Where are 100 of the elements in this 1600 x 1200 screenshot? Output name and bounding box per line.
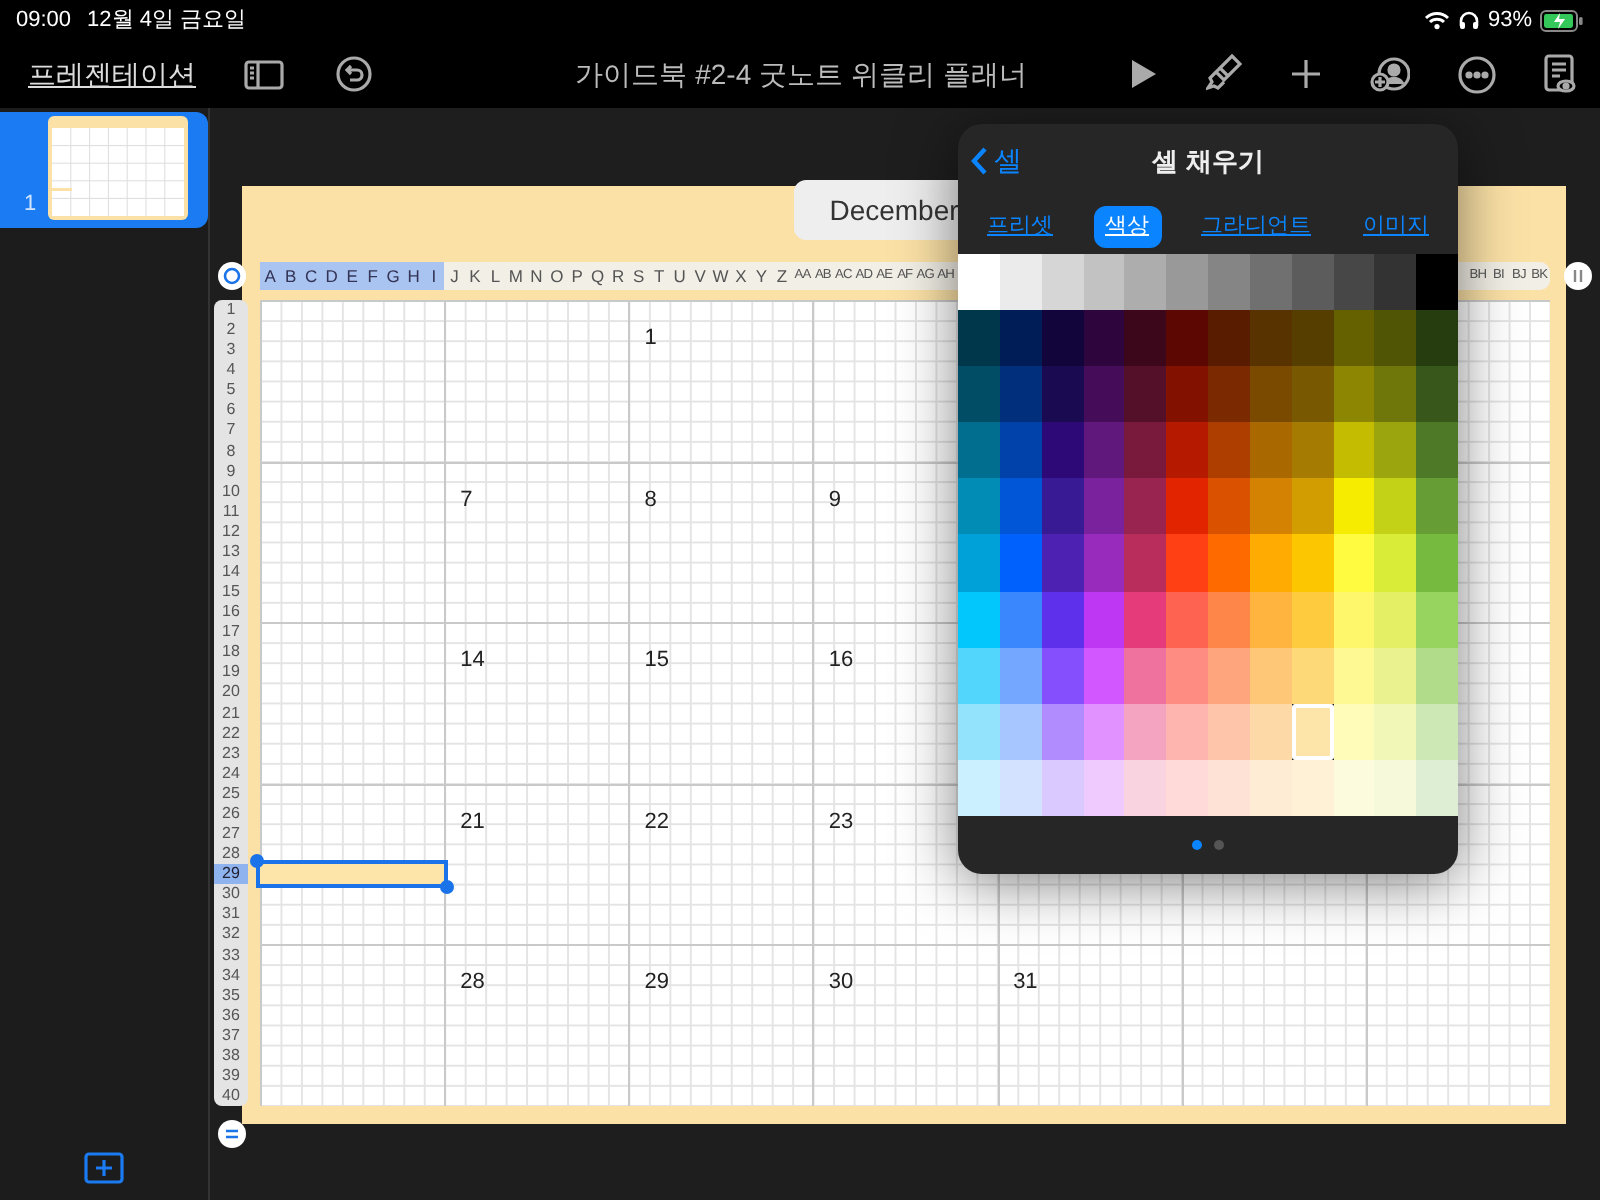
row-header[interactable]: 4 — [214, 360, 248, 381]
calendar-day-cell[interactable]: 8 — [628, 461, 813, 623]
color-swatch[interactable] — [1208, 759, 1250, 816]
color-swatch[interactable] — [1416, 759, 1458, 816]
color-swatch[interactable] — [1208, 366, 1250, 423]
color-swatch[interactable] — [1416, 703, 1458, 760]
column-header[interactable]: T — [648, 262, 670, 290]
row-header[interactable]: 5 — [214, 380, 248, 401]
color-swatch[interactable] — [1124, 478, 1167, 535]
row-header[interactable]: 24 — [214, 763, 248, 784]
column-header[interactable]: D — [321, 262, 342, 290]
color-swatch[interactable] — [1041, 703, 1083, 760]
add-column-handle[interactable] — [1564, 262, 1592, 290]
row-header[interactable]: 35 — [214, 985, 248, 1006]
add-row-handle[interactable] — [218, 1120, 246, 1148]
color-swatch[interactable] — [1208, 647, 1250, 704]
color-swatch[interactable] — [1124, 310, 1167, 367]
page-dot[interactable] — [1192, 839, 1202, 850]
color-swatch[interactable] — [1208, 310, 1250, 367]
color-swatch[interactable] — [1166, 310, 1208, 367]
undo-icon[interactable] — [336, 56, 372, 92]
calendar-day-cell[interactable]: 28 — [444, 944, 629, 1106]
color-swatch[interactable] — [1291, 422, 1333, 479]
calendar-day-cell[interactable]: 29 — [628, 944, 813, 1106]
color-swatch[interactable] — [1416, 478, 1458, 535]
color-swatch[interactable] — [1374, 310, 1417, 367]
column-header[interactable]: Q — [587, 262, 608, 290]
color-swatch[interactable] — [958, 647, 1000, 704]
color-swatch[interactable] — [1374, 366, 1417, 423]
color-swatch[interactable] — [1083, 703, 1125, 760]
calendar-day-cell[interactable] — [260, 461, 445, 623]
color-swatch[interactable] — [1291, 310, 1333, 367]
color-swatch[interactable] — [1208, 254, 1250, 311]
color-swatch[interactable] — [1124, 254, 1167, 311]
color-swatch[interactable] — [1291, 591, 1333, 648]
column-header[interactable]: N — [526, 262, 547, 290]
column-header[interactable]: S — [628, 262, 649, 290]
color-swatch[interactable] — [1083, 647, 1125, 704]
row-header[interactable]: 21 — [214, 703, 248, 724]
sidebar-toggle-icon[interactable] — [244, 59, 284, 89]
calendar-day-cell[interactable] — [260, 300, 445, 462]
row-header[interactable]: 12 — [214, 521, 248, 542]
row-header[interactable]: 33 — [214, 945, 248, 966]
row-header[interactable]: 3 — [214, 340, 248, 361]
color-swatch[interactable] — [1291, 759, 1333, 816]
column-header[interactable]: V — [689, 262, 711, 290]
color-swatch[interactable] — [1166, 591, 1208, 648]
color-swatch[interactable] — [958, 703, 1000, 760]
color-swatch[interactable] — [1249, 591, 1292, 648]
color-swatch[interactable] — [1291, 366, 1333, 423]
color-swatch[interactable] — [1374, 534, 1417, 592]
color-swatch[interactable] — [1124, 534, 1167, 592]
row-header[interactable]: 1 — [214, 300, 248, 321]
color-swatch[interactable] — [1041, 534, 1083, 592]
row-header[interactable]: 30 — [214, 884, 248, 905]
color-swatch[interactable] — [1374, 759, 1417, 816]
row-header[interactable]: 38 — [214, 1045, 248, 1066]
column-header[interactable]: M — [505, 262, 527, 290]
color-swatch[interactable] — [999, 591, 1042, 648]
calendar-day-cell[interactable]: 22 — [628, 783, 813, 945]
column-header[interactable]: Y — [751, 262, 772, 290]
row-header[interactable]: 8 — [214, 441, 248, 462]
column-header[interactable]: G — [382, 262, 404, 290]
color-swatch[interactable] — [1291, 254, 1333, 311]
color-swatch[interactable] — [1083, 591, 1125, 648]
row-header[interactable]: 25 — [214, 783, 248, 804]
color-swatch[interactable] — [1249, 647, 1292, 704]
row-header[interactable]: 9 — [214, 461, 248, 482]
back-button[interactable]: 셀 — [970, 140, 1022, 182]
column-header[interactable]: X — [730, 262, 752, 290]
column-header[interactable]: E — [341, 262, 363, 290]
color-swatch[interactable] — [1083, 534, 1125, 592]
color-swatch[interactable] — [1083, 478, 1125, 535]
color-swatch[interactable] — [1208, 591, 1250, 648]
color-swatch[interactable] — [999, 759, 1042, 816]
color-swatch[interactable] — [1124, 703, 1167, 760]
color-swatch[interactable] — [1333, 366, 1375, 423]
color-swatch[interactable] — [1374, 422, 1417, 479]
column-header[interactable]: O — [546, 262, 568, 290]
color-swatch[interactable] — [958, 254, 1000, 311]
color-swatch[interactable] — [958, 759, 1000, 816]
row-header[interactable]: 26 — [214, 803, 248, 825]
color-swatch[interactable] — [999, 703, 1042, 760]
color-swatch[interactable] — [1041, 647, 1083, 704]
column-header[interactable]: Z — [771, 262, 793, 290]
row-header[interactable]: 10 — [214, 481, 248, 502]
row-header[interactable]: 40 — [214, 1086, 248, 1107]
color-swatch[interactable] — [1124, 647, 1167, 704]
row-header[interactable]: 29 — [214, 864, 248, 885]
color-swatch[interactable] — [1124, 366, 1167, 423]
column-header[interactable]: L — [485, 262, 506, 290]
color-swatch[interactable] — [1249, 310, 1292, 367]
calendar-day-cell[interactable] — [260, 622, 445, 784]
row-header[interactable]: 20 — [214, 682, 248, 704]
color-swatch[interactable] — [1416, 534, 1458, 592]
select-table-handle[interactable] — [218, 262, 246, 290]
color-swatch[interactable] — [999, 366, 1042, 423]
color-swatch[interactable] — [1416, 422, 1458, 479]
color-swatch[interactable] — [1416, 310, 1458, 367]
color-swatch[interactable] — [1333, 422, 1375, 479]
